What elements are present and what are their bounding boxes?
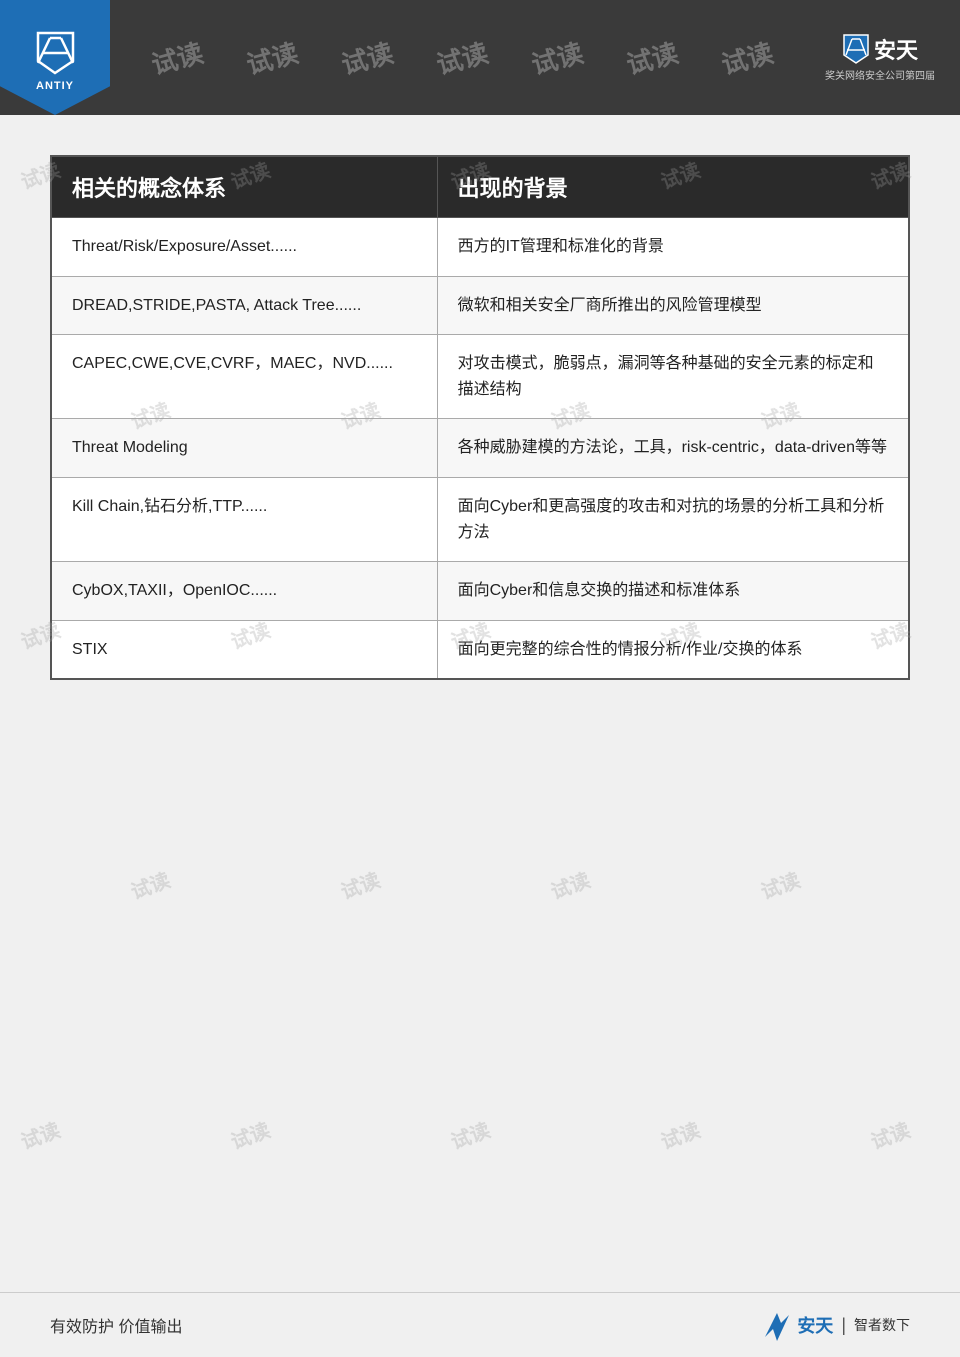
table-cell-right: 面向Cyber和信息交换的描述和标准体系 bbox=[437, 562, 909, 621]
table-cell-left: Kill Chain,钻石分析,TTP...... bbox=[51, 477, 437, 561]
table-row: Kill Chain,钻石分析,TTP......面向Cyber和更高强度的攻击… bbox=[51, 477, 909, 561]
bwm-19: 试读 bbox=[16, 1114, 64, 1155]
footer-right: 安天 | 智者数下 bbox=[761, 1309, 910, 1341]
table-cell-left: CAPEC,CWE,CVE,CVRF，MAEC，NVD...... bbox=[51, 335, 437, 419]
bwm-23: 试读 bbox=[866, 1114, 914, 1155]
table-row: DREAD,STRIDE,PASTA, Attack Tree......微软和… bbox=[51, 276, 909, 335]
header-right-subtitle: 奖关网络安全公司第四届 bbox=[825, 67, 935, 82]
table-row: Threat/Risk/Exposure/Asset......西方的IT管理和… bbox=[51, 218, 909, 277]
col1-header: 相关的概念体系 bbox=[51, 156, 437, 218]
antiy-shield-small bbox=[842, 33, 870, 65]
bwm-17: 试读 bbox=[546, 864, 594, 905]
footer-slogan: 智者数下 bbox=[854, 1315, 910, 1335]
bwm-18: 试读 bbox=[756, 864, 804, 905]
header-wm-6: 试读 bbox=[623, 33, 683, 82]
table-row: CAPEC,CWE,CVE,CVRF，MAEC，NVD......对攻击模式，脆… bbox=[51, 335, 909, 419]
col2-header: 出现的背景 bbox=[437, 156, 909, 218]
footer-antiy-text: 安天 bbox=[797, 1312, 833, 1338]
table-row: Threat Modeling各种威胁建模的方法论，工具，risk-centri… bbox=[51, 419, 909, 478]
table-row: STIX面向更完整的综合性的情报分析/作业/交换的体系 bbox=[51, 620, 909, 679]
bwm-15: 试读 bbox=[126, 864, 174, 905]
header-wm-7: 试读 bbox=[718, 33, 778, 82]
header-wm-4: 试读 bbox=[433, 33, 493, 82]
table-cell-left: Threat Modeling bbox=[51, 419, 437, 478]
main-content: 相关的概念体系 出现的背景 Threat/Risk/Exposure/Asset… bbox=[0, 115, 960, 710]
antiy-name-right: 安天 bbox=[874, 33, 918, 65]
footer-logo-small: 安天 bbox=[761, 1309, 833, 1341]
bwm-16: 试读 bbox=[336, 864, 384, 905]
table-cell-left: STIX bbox=[51, 620, 437, 679]
table-cell-left: CybOX,TAXII，OpenIOC...... bbox=[51, 562, 437, 621]
table-cell-right: 微软和相关安全厂商所推出的风险管理模型 bbox=[437, 276, 909, 335]
table-cell-right: 面向更完整的综合性的情报分析/作业/交换的体系 bbox=[437, 620, 909, 679]
bwm-20: 试读 bbox=[226, 1114, 274, 1155]
header-wm-1: 试读 bbox=[148, 33, 208, 82]
bwm-21: 试读 bbox=[446, 1114, 494, 1155]
table-row: CybOX,TAXII，OpenIOC......面向Cyber和信息交换的描述… bbox=[51, 562, 909, 621]
data-table: 相关的概念体系 出现的背景 Threat/Risk/Exposure/Asset… bbox=[50, 155, 910, 680]
table-cell-right: 面向Cyber和更高强度的攻击和对抗的场景的分析工具和分析方法 bbox=[437, 477, 909, 561]
table-cell-right: 对攻击模式，脆弱点，漏洞等各种基础的安全元素的标定和描述结构 bbox=[437, 335, 909, 419]
table-cell-right: 西方的IT管理和标准化的背景 bbox=[437, 218, 909, 277]
header-right-logo-top: 安天 bbox=[842, 33, 918, 65]
table-cell-left: DREAD,STRIDE,PASTA, Attack Tree...... bbox=[51, 276, 437, 335]
header-bar: ANTIY 试读 试读 试读 试读 试读 试读 试读 安天 奖关网络安全公司第四… bbox=[0, 0, 960, 115]
header-wm-3: 试读 bbox=[338, 33, 398, 82]
footer-antiy-icon bbox=[761, 1309, 793, 1341]
header-watermarks: 试读 试读 试读 试读 试读 试读 试读 bbox=[110, 39, 815, 76]
bwm-22: 试读 bbox=[656, 1114, 704, 1155]
footer: 有效防护 价值输出 安天 | 智者数下 bbox=[0, 1292, 960, 1357]
footer-separator: | bbox=[841, 1315, 846, 1336]
header-wm-2: 试读 bbox=[243, 33, 303, 82]
header-right-logo: 安天 奖关网络安全公司第四届 bbox=[815, 18, 945, 98]
table-cell-left: Threat/Risk/Exposure/Asset...... bbox=[51, 218, 437, 277]
header-wm-5: 试读 bbox=[528, 33, 588, 82]
footer-left-text: 有效防护 价值输出 bbox=[50, 1313, 182, 1337]
table-cell-right: 各种威胁建模的方法论，工具，risk-centric，data-driven等等 bbox=[437, 419, 909, 478]
header-logo-box: ANTIY bbox=[0, 0, 110, 115]
antiy-logo-icon bbox=[28, 23, 83, 78]
header-logo-text: ANTIY bbox=[36, 80, 74, 92]
